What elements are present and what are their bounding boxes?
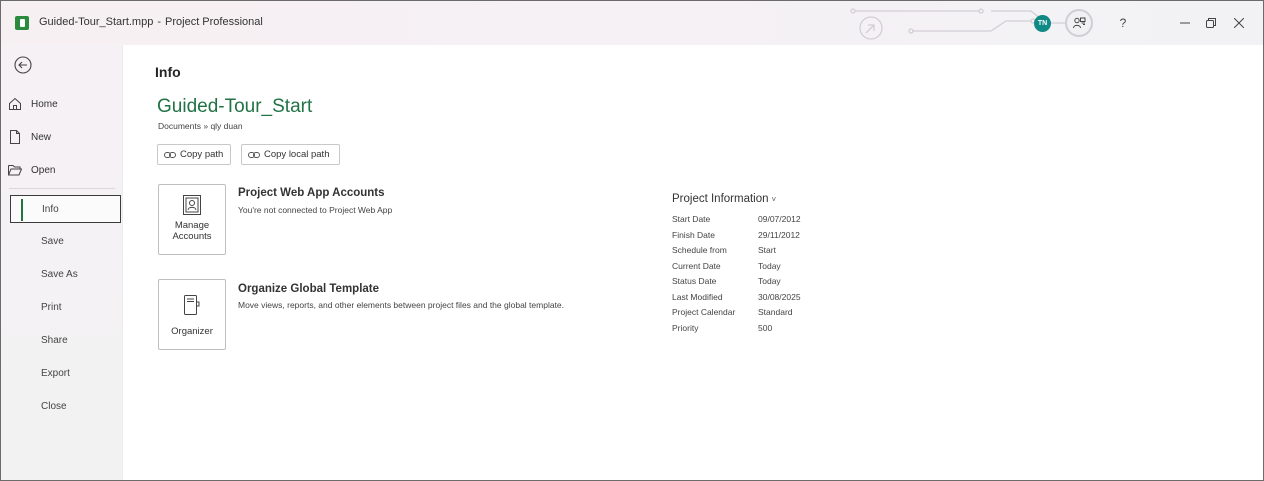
new-document-icon — [7, 129, 23, 145]
pi-key: Schedule from — [672, 245, 727, 255]
pi-row-status-date: Status Date Today — [672, 276, 801, 292]
copy-local-path-label: Copy local path — [264, 149, 330, 160]
active-indicator — [21, 199, 23, 221]
pwa-accounts-description: You're not connected to Project Web App — [238, 205, 393, 215]
pi-key: Last Modified — [672, 291, 723, 302]
pi-value: 30/08/2025 — [758, 291, 801, 302]
copy-local-path-button[interactable]: Copy local path — [241, 144, 340, 165]
nav-divider — [9, 188, 115, 189]
pi-row-start-date: Start Date 09/07/2012 — [672, 214, 801, 230]
nav-save-as-label: Save As — [41, 268, 78, 280]
manage-accounts-button[interactable]: Manage Accounts — [158, 184, 226, 255]
backstage-nav: Home New Open Info Save Save As Print Sh… — [1, 45, 123, 480]
circuit-decoration-icon — [850, 8, 1066, 40]
project-app-icon — [15, 16, 29, 30]
title-separator: - — [157, 16, 162, 28]
pi-value[interactable]: 500 — [758, 323, 772, 339]
breadcrumb[interactable]: Documents » qly duan — [158, 121, 243, 131]
nav-new[interactable]: New — [7, 123, 119, 151]
organize-template-description: Move views, reports, and other elements … — [238, 300, 565, 310]
nav-save-as[interactable]: Save As — [10, 260, 121, 288]
nav-share[interactable]: Share — [10, 326, 121, 354]
pi-value[interactable]: Today — [758, 276, 781, 292]
pi-row-current-date: Current Date Today — [672, 261, 801, 277]
pwa-accounts-title: Project Web App Accounts — [238, 187, 385, 199]
nav-share-label: Share — [41, 334, 68, 346]
organizer-button[interactable]: Organizer — [158, 279, 226, 350]
pi-row-priority: Priority 500 — [672, 323, 801, 339]
pi-key: Status Date — [672, 276, 717, 286]
nav-close-label: Close — [41, 400, 67, 412]
minimize-button[interactable] — [1171, 9, 1199, 37]
pi-row-last-modified: Last Modified 30/08/2025 — [672, 292, 801, 308]
project-information-dropdown[interactable]: Project Information ˅ — [672, 193, 776, 205]
close-button[interactable] — [1225, 9, 1253, 37]
manage-accounts-label-line1: Manage — [174, 220, 210, 231]
project-information-table: Start Date 09/07/2012 Finish Date 29/11/… — [672, 214, 801, 338]
pi-value[interactable]: Start — [758, 245, 776, 261]
pi-value[interactable]: 09/07/2012 — [758, 214, 801, 230]
window-app-name: Project Professional — [165, 16, 263, 28]
pi-key: Project Calendar — [672, 307, 736, 317]
nav-open[interactable]: Open — [7, 156, 119, 184]
link-icon — [248, 150, 260, 160]
coauthoring-button[interactable] — [1065, 9, 1093, 37]
pi-key: Start Date — [672, 214, 711, 224]
copy-path-label: Copy path — [180, 149, 224, 160]
minimize-icon — [1180, 22, 1190, 24]
pi-row-project-calendar: Project Calendar Standard — [672, 307, 801, 323]
pi-key: Finish Date — [672, 229, 715, 240]
organizer-icon — [182, 294, 202, 316]
nav-info-label: Info — [42, 203, 59, 215]
project-information-heading: Project Information — [672, 193, 769, 205]
manage-accounts-label: Manage Accounts — [172, 220, 211, 242]
nav-new-label: New — [31, 131, 52, 143]
pi-value[interactable]: Today — [758, 261, 781, 277]
pi-row-schedule-from: Schedule from Start — [672, 245, 801, 261]
nav-export[interactable]: Export — [10, 359, 121, 387]
window-title: Guided-Tour_Start.mpp - Project Profession… — [39, 16, 263, 28]
project-name: Guided-Tour_Start — [157, 96, 313, 117]
nav-export-label: Export — [41, 367, 70, 379]
nav-save[interactable]: Save — [10, 227, 121, 255]
home-icon — [7, 96, 23, 112]
pi-key: Priority — [672, 322, 699, 333]
nav-close[interactable]: Close — [10, 392, 121, 420]
window-file-name: Guided-Tour_Start.mpp — [39, 16, 154, 28]
organizer-label: Organizer — [171, 326, 213, 337]
chevron-down-icon: ˅ — [771, 195, 777, 204]
nav-home[interactable]: Home — [7, 90, 119, 118]
restore-icon — [1206, 18, 1216, 28]
manage-accounts-label-line2: Accounts — [172, 231, 212, 242]
pi-value[interactable]: Standard — [758, 307, 793, 323]
nav-print[interactable]: Print — [10, 293, 121, 321]
back-button[interactable] — [13, 55, 33, 75]
nav-home-label: Home — [31, 98, 58, 110]
copy-path-button[interactable]: Copy path — [157, 144, 231, 165]
pi-value[interactable]: 29/11/2012 — [758, 230, 800, 246]
restore-button[interactable] — [1197, 9, 1225, 37]
organize-template-title: Organize Global Template — [238, 283, 380, 295]
info-pane: Info Guided-Tour_Start Documents » qly d… — [124, 45, 1263, 480]
link-icon — [164, 150, 176, 160]
people-icon — [1073, 17, 1086, 29]
help-button[interactable]: ? — [1109, 9, 1137, 37]
nav-info[interactable]: Info — [10, 195, 121, 223]
user-avatar[interactable]: TN — [1034, 15, 1051, 32]
nav-open-label: Open — [31, 164, 56, 176]
title-bar: Guided-Tour_Start.mpp - Project Profession… — [1, 1, 1263, 45]
close-icon — [1234, 18, 1244, 28]
nav-print-label: Print — [41, 301, 62, 313]
back-arrow-icon — [14, 56, 32, 74]
folder-open-icon — [7, 162, 23, 178]
nav-save-label: Save — [41, 235, 64, 247]
page-title: Info — [155, 64, 181, 80]
account-card-icon — [182, 194, 202, 216]
pi-row-finish-date: Finish Date 29/11/2012 — [672, 230, 801, 246]
project-window: Guided-Tour_Start.mpp - Project Profession… — [0, 0, 1264, 481]
pi-key: Current Date — [672, 260, 721, 271]
